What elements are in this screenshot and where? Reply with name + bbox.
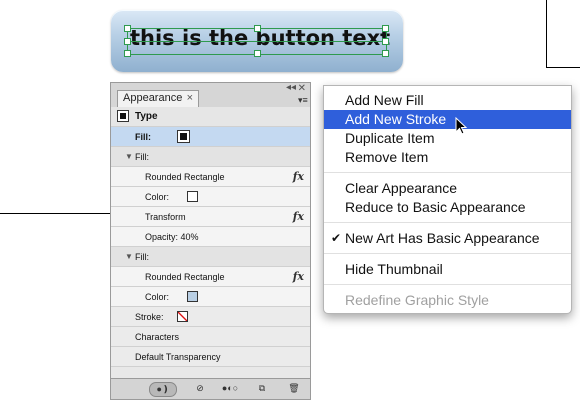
- menu-item-clear-appearance[interactable]: Clear Appearance: [324, 179, 571, 198]
- menu-item-hide-thumbnail[interactable]: Hide Thumbnail: [324, 260, 571, 279]
- panel-bottom-toolbar: ●❫ ⊘ ●◐○ ⧉ 🗑: [111, 378, 310, 399]
- opacity-label: Opacity: 40%: [145, 232, 199, 242]
- trash-icon[interactable]: 🗑: [287, 382, 301, 395]
- fill-top-swatch[interactable]: [177, 130, 190, 143]
- stroke-label: Stroke:: [135, 312, 164, 322]
- fx-icon[interactable]: fx: [293, 170, 304, 183]
- menu-separator: [324, 222, 571, 223]
- color-2-label: Color:: [145, 292, 170, 302]
- characters-label: Characters: [135, 332, 180, 342]
- menu-item-add-new-fill[interactable]: Add New Fill: [324, 91, 571, 110]
- fill1-header-label: Fill:: [135, 152, 149, 162]
- default-transparency-label: Default Transparency: [135, 352, 221, 362]
- appearance-panel: ◂◂ ✕ Appearance × ▾≡ Type Fill: ▼ Fill: …: [110, 82, 311, 400]
- stroke-none-swatch[interactable]: [177, 311, 188, 322]
- panel-flyout-menu: Add New Fill Add New Stroke Duplicate It…: [323, 85, 572, 314]
- tab-appearance[interactable]: Appearance ×: [117, 90, 199, 107]
- selection-handle[interactable]: [382, 38, 389, 45]
- color-1-swatch[interactable]: [187, 191, 198, 202]
- selection-handle[interactable]: [254, 50, 261, 57]
- menu-separator: [324, 284, 571, 285]
- mouse-pointer-icon: [455, 117, 468, 135]
- panel-title-bar[interactable]: ◂◂ ✕ Appearance × ▾≡: [111, 82, 310, 107]
- row-fill-top[interactable]: Fill:: [111, 127, 310, 147]
- clear-icon[interactable]: ⊘: [193, 382, 207, 395]
- selection-handle[interactable]: [382, 50, 389, 57]
- visibility-toggle-icon[interactable]: ●❫: [149, 382, 177, 397]
- selection-handle[interactable]: [382, 25, 389, 32]
- rounded-rect-2-label: Rounded Rectangle: [145, 272, 225, 282]
- menu-separator: [324, 172, 571, 173]
- reduce-icon[interactable]: ●◐○: [217, 382, 243, 395]
- transform-label: Transform: [145, 212, 186, 222]
- selection-baseline: [127, 41, 385, 42]
- duplicate-icon[interactable]: ⧉: [255, 382, 269, 395]
- row-opacity[interactable]: Opacity: 40%: [111, 227, 310, 247]
- close-panel-icon[interactable]: ✕: [298, 83, 306, 94]
- selection-handle[interactable]: [124, 50, 131, 57]
- menu-item-add-new-stroke[interactable]: Add New Stroke: [324, 110, 571, 129]
- color-1-label: Color:: [145, 192, 170, 202]
- menu-item-remove-item[interactable]: Remove Item: [324, 148, 571, 167]
- rounded-rect-1-label: Rounded Rectangle: [145, 172, 225, 182]
- menu-item-redefine-graphic-style: Redefine Graphic Style: [345, 292, 489, 308]
- type-thumbnail-icon: [117, 110, 129, 122]
- tab-appearance-label: Appearance: [123, 92, 183, 104]
- panel-menu-icon[interactable]: ▾≡: [298, 95, 308, 105]
- row-default-transparency[interactable]: Default Transparency: [111, 347, 310, 367]
- menu-item-label: New Art Has Basic Appearance: [345, 230, 540, 246]
- selection-handle[interactable]: [124, 25, 131, 32]
- row-color-1[interactable]: Color:: [111, 187, 310, 207]
- fx-icon[interactable]: fx: [293, 210, 304, 223]
- menu-item-reduce-to-basic-appearance[interactable]: Reduce to Basic Appearance: [324, 198, 571, 217]
- checkmark-icon: ✔: [331, 231, 342, 245]
- guide-line-horizontal-left: [0, 213, 112, 214]
- disclosure-triangle-icon[interactable]: ▼: [125, 152, 133, 161]
- menu-item-duplicate-item[interactable]: Duplicate Item: [324, 129, 571, 148]
- row-fill1-header[interactable]: ▼ Fill:: [111, 147, 310, 167]
- menu-separator: [324, 253, 571, 254]
- appearance-list: Type Fill: ▼ Fill: Rounded Rectangle fx …: [111, 107, 310, 367]
- type-label: Type: [135, 111, 158, 122]
- row-transform[interactable]: Transform fx: [111, 207, 310, 227]
- row-stroke[interactable]: Stroke:: [111, 307, 310, 327]
- collapse-icon[interactable]: ◂◂: [286, 82, 296, 93]
- row-characters[interactable]: Characters: [111, 327, 310, 347]
- color-2-swatch[interactable]: [187, 291, 198, 302]
- row-type[interactable]: Type: [111, 107, 310, 127]
- fill2-header-label: Fill:: [135, 252, 149, 262]
- fill-top-label: Fill:: [135, 132, 151, 142]
- selection-handle[interactable]: [254, 25, 261, 32]
- row-color-2[interactable]: Color:: [111, 287, 310, 307]
- guide-line-vertical: [546, 0, 547, 67]
- fx-icon[interactable]: fx: [293, 270, 304, 283]
- selection-handle[interactable]: [124, 38, 131, 45]
- row-rounded-rectangle-2[interactable]: Rounded Rectangle fx: [111, 267, 310, 287]
- row-rounded-rectangle-1[interactable]: Rounded Rectangle fx: [111, 167, 310, 187]
- guide-line-horizontal-right: [546, 67, 580, 68]
- menu-item-new-art-has-basic-appearance[interactable]: ✔ New Art Has Basic Appearance: [324, 229, 571, 248]
- disclosure-triangle-icon[interactable]: ▼: [125, 252, 133, 261]
- tab-close-icon[interactable]: ×: [187, 92, 193, 104]
- row-fill2-header[interactable]: ▼ Fill:: [111, 247, 310, 267]
